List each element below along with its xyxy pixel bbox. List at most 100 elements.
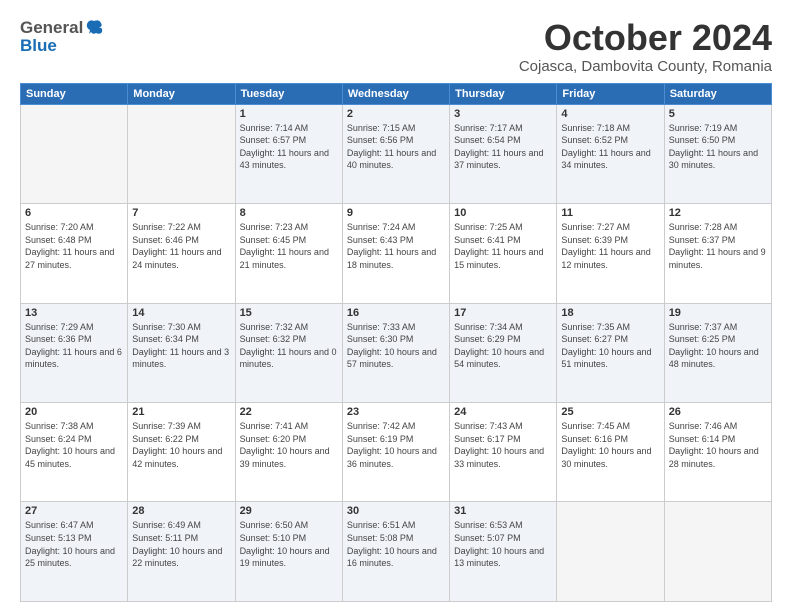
weekday-header-thursday: Thursday <box>450 83 557 104</box>
daylight-text: Daylight: 10 hours and 39 minutes. <box>240 445 338 470</box>
daylight-text: Daylight: 10 hours and 48 minutes. <box>669 346 767 371</box>
day-number: 20 <box>25 406 123 418</box>
day-info: Sunrise: 7:30 AMSunset: 6:34 PMDaylight:… <box>132 321 230 371</box>
day-number: 16 <box>347 307 445 319</box>
sunrise-text: Sunrise: 6:47 AM <box>25 519 123 532</box>
day-info: Sunrise: 7:43 AMSunset: 6:17 PMDaylight:… <box>454 420 552 470</box>
calendar-cell: 18 Sunrise: 7:35 AMSunset: 6:27 PMDayligh… <box>557 303 664 402</box>
calendar-cell: 14Sunrise: 7:30 AMSunset: 6:34 PMDayligh… <box>128 303 235 402</box>
daylight-text: Daylight: 11 hours and 27 minutes. <box>25 246 123 271</box>
weekday-header-monday: Monday <box>128 83 235 104</box>
daylight-text: Daylight: 10 hours and 57 minutes. <box>347 346 445 371</box>
day-info: Sunrise: 7:17 AMSunset: 6:54 PMDaylight:… <box>454 122 552 172</box>
sunset-text: Sunset: 5:13 PM <box>25 532 123 545</box>
calendar-row-4: 27 Sunrise: 6:47 AMSunset: 5:13 PMDayligh… <box>21 502 772 602</box>
sunrise-text: Sunrise: 7:17 AM <box>454 122 552 135</box>
daylight-text: Daylight: 11 hours and 40 minutes. <box>347 147 445 172</box>
sunrise-text: Sunrise: 7:20 AM <box>25 221 123 234</box>
sunset-text: Sunset: 6:52 PM <box>561 134 659 147</box>
sunset-text: Sunset: 6:20 PM <box>240 433 338 446</box>
sunset-text: Sunset: 6:41 PM <box>454 234 552 247</box>
calendar-table: SundayMondayTuesdayWednesdayThursdayFrid… <box>20 83 772 602</box>
day-number: 1 <box>240 108 338 120</box>
day-number: 13 <box>25 307 123 319</box>
day-number: 11 <box>561 207 659 219</box>
daylight-text: Daylight: 11 hours and 34 minutes. <box>561 147 659 172</box>
sunrise-text: Sunrise: 7:33 AM <box>347 321 445 334</box>
day-info: Sunrise: 7:25 AMSunset: 6:41 PMDaylight:… <box>454 221 552 271</box>
day-info: Sunrise: 7:28 AMSunset: 6:37 PMDaylight:… <box>669 221 767 271</box>
day-info: Sunrise: 7:24 AMSunset: 6:43 PMDaylight:… <box>347 221 445 271</box>
sunrise-text: Sunrise: 6:49 AM <box>132 519 230 532</box>
day-number: 22 <box>240 406 338 418</box>
calendar-cell: 11 Sunrise: 7:27 AMSunset: 6:39 PMDayligh… <box>557 204 664 303</box>
sunset-text: Sunset: 6:17 PM <box>454 433 552 446</box>
day-number: 26 <box>669 406 767 418</box>
calendar-cell: 12 Sunrise: 7:28 AMSunset: 6:37 PMDayligh… <box>664 204 771 303</box>
day-info: Sunrise: 6:47 AMSunset: 5:13 PMDaylight:… <box>25 519 123 569</box>
day-info: Sunrise: 7:20 AMSunset: 6:48 PMDaylight:… <box>25 221 123 271</box>
day-number: 9 <box>347 207 445 219</box>
sunrise-text: Sunrise: 7:23 AM <box>240 221 338 234</box>
day-info: Sunrise: 7:23 AMSunset: 6:45 PMDaylight:… <box>240 221 338 271</box>
day-info: Sunrise: 6:50 AMSunset: 5:10 PMDaylight:… <box>240 519 338 569</box>
sunset-text: Sunset: 6:34 PM <box>132 333 230 346</box>
day-number: 19 <box>669 307 767 319</box>
sunrise-text: Sunrise: 7:22 AM <box>132 221 230 234</box>
sunrise-text: Sunrise: 7:34 AM <box>454 321 552 334</box>
daylight-text: Daylight: 11 hours and 15 minutes. <box>454 246 552 271</box>
day-number: 21 <box>132 406 230 418</box>
daylight-text: Daylight: 11 hours and 0 minutes. <box>240 346 338 371</box>
calendar-cell: 4 Sunrise: 7:18 AMSunset: 6:52 PMDaylight… <box>557 104 664 203</box>
sunrise-text: Sunrise: 7:19 AM <box>669 122 767 135</box>
daylight-text: Daylight: 10 hours and 36 minutes. <box>347 445 445 470</box>
sunset-text: Sunset: 6:54 PM <box>454 134 552 147</box>
sunrise-text: Sunrise: 7:42 AM <box>347 420 445 433</box>
sunset-text: Sunset: 6:57 PM <box>240 134 338 147</box>
sunset-text: Sunset: 5:07 PM <box>454 532 552 545</box>
daylight-text: Daylight: 11 hours and 37 minutes. <box>454 147 552 172</box>
sunrise-text: Sunrise: 7:41 AM <box>240 420 338 433</box>
day-info: Sunrise: 7:46 AMSunset: 6:14 PMDaylight:… <box>669 420 767 470</box>
daylight-text: Daylight: 10 hours and 33 minutes. <box>454 445 552 470</box>
day-info: Sunrise: 6:51 AMSunset: 5:08 PMDaylight:… <box>347 519 445 569</box>
sunrise-text: Sunrise: 6:51 AM <box>347 519 445 532</box>
sunrise-text: Sunrise: 7:18 AM <box>561 122 659 135</box>
day-number: 27 <box>25 505 123 517</box>
day-info: Sunrise: 7:45 AMSunset: 6:16 PMDaylight:… <box>561 420 659 470</box>
day-info: Sunrise: 7:19 AMSunset: 6:50 PMDaylight:… <box>669 122 767 172</box>
calendar-cell: 27 Sunrise: 6:47 AMSunset: 5:13 PMDayligh… <box>21 502 128 602</box>
daylight-text: Daylight: 10 hours and 45 minutes. <box>25 445 123 470</box>
calendar-cell: 30 Sunrise: 6:51 AMSunset: 5:08 PMDayligh… <box>342 502 449 602</box>
month-title: October 2024 <box>519 18 772 58</box>
sunset-text: Sunset: 6:32 PM <box>240 333 338 346</box>
day-number: 4 <box>561 108 659 120</box>
day-number: 12 <box>669 207 767 219</box>
day-number: 18 <box>561 307 659 319</box>
calendar-cell: 10Sunrise: 7:25 AMSunset: 6:41 PMDayligh… <box>450 204 557 303</box>
day-info: Sunrise: 7:14 AMSunset: 6:57 PMDaylight:… <box>240 122 338 172</box>
weekday-header-wednesday: Wednesday <box>342 83 449 104</box>
sunset-text: Sunset: 6:19 PM <box>347 433 445 446</box>
calendar-cell: 17Sunrise: 7:34 AMSunset: 6:29 PMDayligh… <box>450 303 557 402</box>
calendar-cell: 2Sunrise: 7:15 AMSunset: 6:56 PMDaylight… <box>342 104 449 203</box>
sunset-text: Sunset: 6:48 PM <box>25 234 123 247</box>
day-info: Sunrise: 7:27 AMSunset: 6:39 PMDaylight:… <box>561 221 659 271</box>
day-number: 30 <box>347 505 445 517</box>
calendar-row-2: 13Sunrise: 7:29 AMSunset: 6:36 PMDayligh… <box>21 303 772 402</box>
calendar-cell: 19 Sunrise: 7:37 AMSunset: 6:25 PMDayligh… <box>664 303 771 402</box>
calendar-cell: 15Sunrise: 7:32 AMSunset: 6:32 PMDayligh… <box>235 303 342 402</box>
day-number: 23 <box>347 406 445 418</box>
calendar-cell: 13Sunrise: 7:29 AMSunset: 6:36 PMDayligh… <box>21 303 128 402</box>
sunrise-text: Sunrise: 7:15 AM <box>347 122 445 135</box>
day-number: 25 <box>561 406 659 418</box>
day-info: Sunrise: 7:33 AMSunset: 6:30 PMDaylight:… <box>347 321 445 371</box>
daylight-text: Daylight: 11 hours and 43 minutes. <box>240 147 338 172</box>
calendar-cell: 6Sunrise: 7:20 AMSunset: 6:48 PMDaylight… <box>21 204 128 303</box>
sunset-text: Sunset: 6:56 PM <box>347 134 445 147</box>
logo-bird-icon <box>85 19 103 37</box>
day-info: Sunrise: 7:35 AMSunset: 6:27 PMDaylight:… <box>561 321 659 371</box>
day-number: 5 <box>669 108 767 120</box>
daylight-text: Daylight: 11 hours and 24 minutes. <box>132 246 230 271</box>
day-info: Sunrise: 7:37 AMSunset: 6:25 PMDaylight:… <box>669 321 767 371</box>
